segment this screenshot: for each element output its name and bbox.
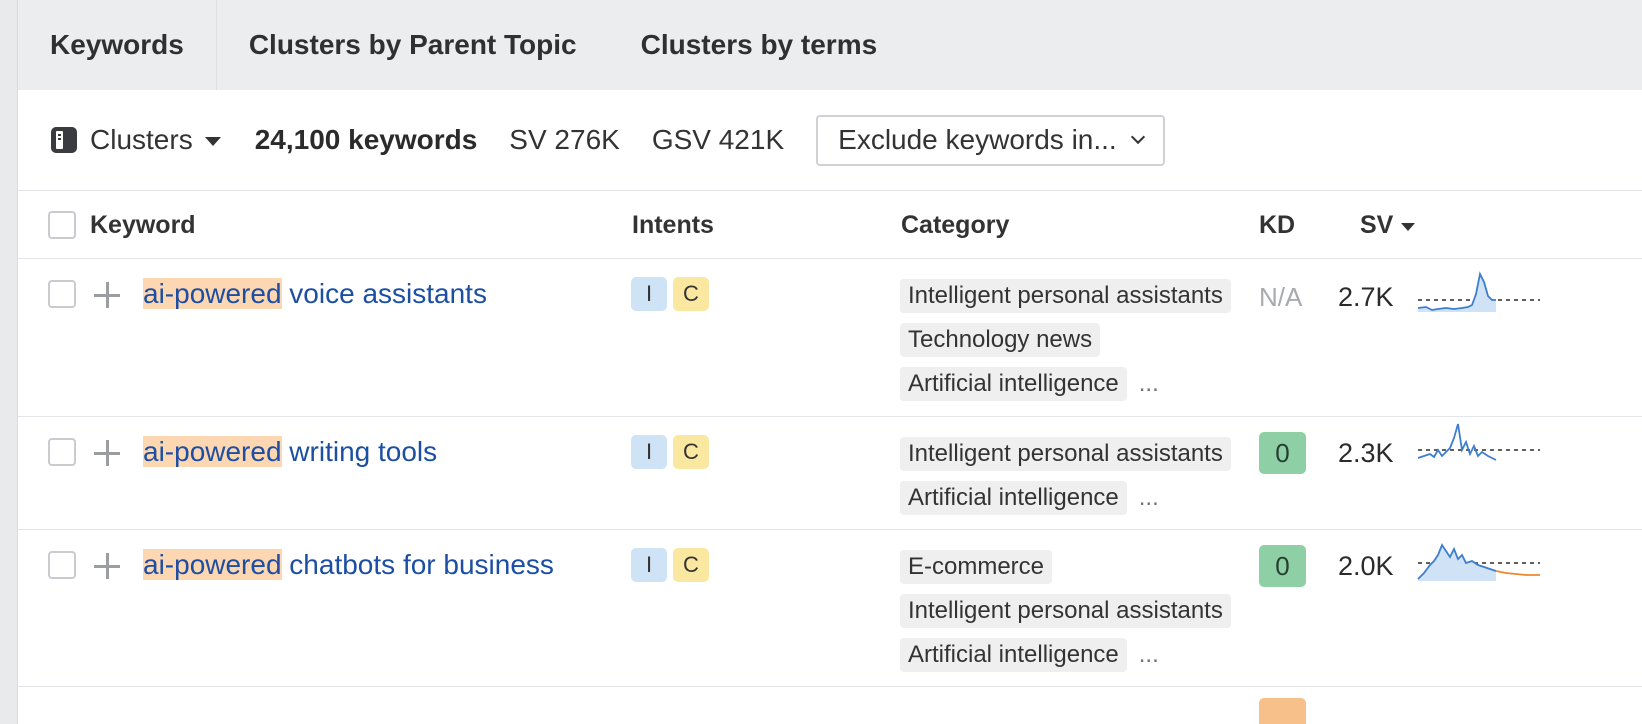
category-tag[interactable]: Intelligent personal assistants xyxy=(900,437,1231,471)
kd-value: N/A xyxy=(1259,282,1303,312)
table-row: ai-powered writing tools I C Intelligent… xyxy=(18,418,1642,530)
keyword-rest: voice assistants xyxy=(281,278,487,309)
tab-bar: Keywords Clusters by Parent Topic Cluste… xyxy=(18,0,1642,90)
kd-badge: 0 xyxy=(1259,545,1306,587)
trend-sparkline[interactable] xyxy=(1416,535,1542,589)
chevron-down-icon xyxy=(1130,129,1145,145)
trend-sparkline[interactable] xyxy=(1416,266,1542,320)
select-all-checkbox[interactable] xyxy=(48,211,76,239)
category-list: Intelligent personal assistants Technolo… xyxy=(900,279,1231,411)
intent-informational-badge: I xyxy=(631,277,667,311)
row-checkbox[interactable] xyxy=(48,280,76,308)
intent-commercial-badge: C xyxy=(673,548,709,582)
category-tag[interactable]: Artificial intelligence xyxy=(900,638,1127,672)
more-categories-button[interactable]: ... xyxy=(1139,484,1159,512)
category-tag[interactable]: Artificial intelligence xyxy=(900,367,1127,401)
plus-icon[interactable] xyxy=(94,282,120,308)
tab-clusters-by-terms[interactable]: Clusters by terms xyxy=(609,0,910,90)
category-tag[interactable]: Artificial intelligence xyxy=(900,481,1127,515)
keyword-rest: chatbots for business xyxy=(281,549,554,580)
col-intents[interactable]: Intents xyxy=(632,191,714,259)
left-strip xyxy=(0,0,18,724)
intent-commercial-badge: C xyxy=(673,277,709,311)
sv-value: 2.7K xyxy=(1338,282,1394,312)
keyword-link[interactable]: ai-powered chatbots for business xyxy=(143,547,554,583)
col-sv-label: SV xyxy=(1360,210,1394,239)
kd-badge: 0 xyxy=(1259,432,1306,474)
exclude-keywords-dropdown[interactable]: Exclude keywords in... xyxy=(816,114,1165,166)
keyword-rest: writing tools xyxy=(281,436,438,467)
table-row: ai-powered chatbots for business I C E-c… xyxy=(18,531,1642,687)
col-category[interactable]: Category xyxy=(901,191,1009,259)
category-list: Intelligent personal assistants Artifici… xyxy=(900,437,1231,525)
category-tag[interactable]: Intelligent personal assistants xyxy=(900,279,1231,313)
keyword-highlight: ai-powered xyxy=(143,436,282,467)
category-tag[interactable]: E-commerce xyxy=(900,550,1053,584)
kd-badge-partial xyxy=(1259,698,1306,724)
toolbar: Clusters 24,100 keywords SV 276K GSV 421… xyxy=(18,90,1642,191)
keyword-count: 24,100 keywords xyxy=(254,124,478,155)
results-panel: Clusters 24,100 keywords SV 276K GSV 421… xyxy=(18,90,1642,724)
keyword-link[interactable]: ai-powered voice assistants xyxy=(143,276,487,312)
trend-sparkline[interactable] xyxy=(1416,420,1542,474)
category-list: E-commerce Intelligent personal assistan… xyxy=(900,550,1231,682)
book-icon xyxy=(51,127,77,153)
keyword-highlight: ai-powered xyxy=(143,278,282,309)
caret-down-icon xyxy=(204,137,221,146)
row-checkbox[interactable] xyxy=(48,551,76,579)
plus-icon[interactable] xyxy=(94,440,120,466)
more-categories-button[interactable]: ... xyxy=(1139,370,1159,398)
sort-desc-icon xyxy=(1401,222,1416,231)
intent-informational-badge: I xyxy=(631,548,667,582)
gsv-total: GSV 421K xyxy=(651,124,785,155)
category-tag[interactable]: Technology news xyxy=(900,323,1101,357)
intent-commercial-badge: C xyxy=(673,435,709,469)
tab-keywords[interactable]: Keywords xyxy=(18,0,217,90)
sv-total: SV 276K xyxy=(509,124,620,155)
clusters-dropdown[interactable]: Clusters xyxy=(50,124,221,156)
keyword-highlight: ai-powered xyxy=(143,549,282,580)
more-categories-button[interactable]: ... xyxy=(1139,641,1159,669)
col-keyword[interactable]: Keyword xyxy=(90,191,196,259)
tab-clusters-by-parent-topic[interactable]: Clusters by Parent Topic xyxy=(217,0,609,90)
sv-value: 2.3K xyxy=(1338,438,1394,468)
table-header: Keyword Intents Category KD SV xyxy=(18,191,1642,259)
intent-informational-badge: I xyxy=(631,435,667,469)
sv-value: 2.0K xyxy=(1338,551,1394,581)
col-sv[interactable]: SV xyxy=(1360,191,1416,259)
col-kd[interactable]: KD xyxy=(1259,191,1295,259)
category-tag[interactable]: Intelligent personal assistants xyxy=(900,594,1231,628)
table-row: ai-powered voice assistants I C Intellig… xyxy=(18,260,1642,417)
row-checkbox[interactable] xyxy=(48,438,76,466)
keyword-link[interactable]: ai-powered writing tools xyxy=(143,434,437,470)
clusters-label: Clusters xyxy=(90,124,193,155)
table-row xyxy=(18,688,1642,724)
exclude-label: Exclude keywords in... xyxy=(838,124,1117,155)
plus-icon[interactable] xyxy=(94,553,120,579)
